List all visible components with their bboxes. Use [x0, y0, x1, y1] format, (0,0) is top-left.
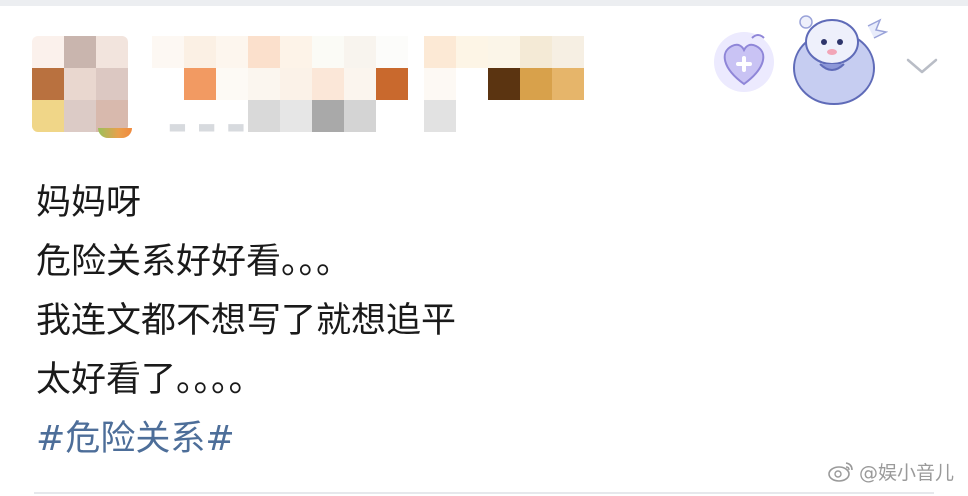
- mascot-badge-icon: [793, 15, 888, 105]
- post-text-line: 危险关系好好看。。。: [36, 242, 352, 282]
- author-avatar[interactable]: [32, 36, 128, 132]
- post-text-line: 妈妈呀: [36, 183, 142, 223]
- post-meta-pixelated: ▬ ▬ ▬: [168, 114, 248, 138]
- chevron-down-icon[interactable]: [904, 54, 940, 78]
- hashtag-link[interactable]: #危险关系#: [36, 410, 916, 469]
- watermark-text: @娱小音儿: [858, 461, 954, 484]
- weibo-watermark: @娱小音儿: [827, 458, 954, 484]
- top-divider: [0, 0, 968, 6]
- post-text-line: 太好看了。。。。: [36, 360, 264, 400]
- post-text-line: 我连文都不想写了就想追平: [36, 301, 457, 341]
- weibo-logo-icon: [828, 462, 853, 482]
- bottom-divider: [34, 492, 934, 494]
- heart-badge-icon: [714, 32, 774, 92]
- avatar-frame-decoration: [98, 128, 132, 138]
- post-content: 妈妈呀 危险关系好好看。。。 我连文都不想写了就想追平 太好看了。。。。 #危险…: [36, 174, 916, 469]
- weibo-post-screenshot: ▬ ▬ ▬ 妈妈呀 危险关系好好看。。。 我连文都不想写了就想追平 太好看了。。…: [0, 0, 968, 496]
